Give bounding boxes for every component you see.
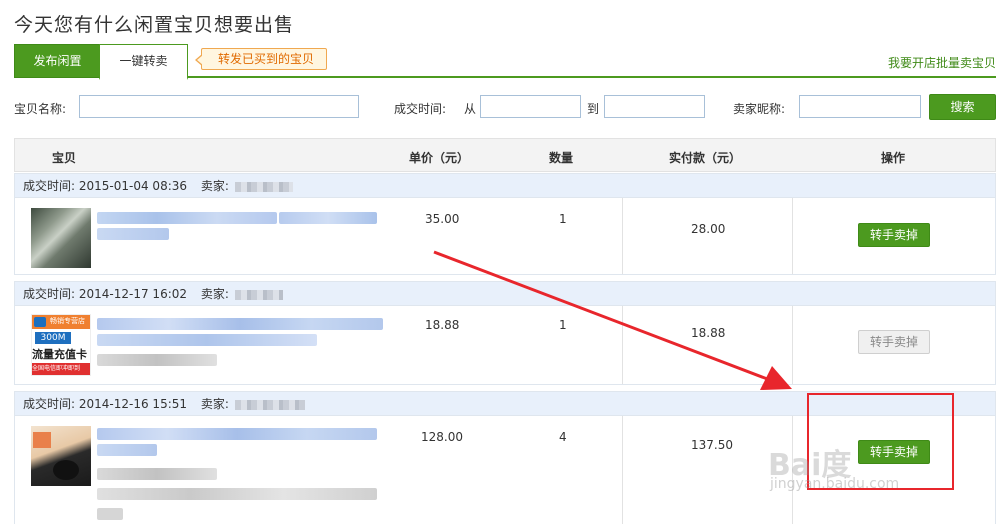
quantity: 1 [559,212,567,226]
to-label: 到 [587,102,600,116]
paid-amount: 28.00 [691,222,726,236]
table-header: 宝贝 单价（元） 数量 实付款（元） 操作 [14,138,996,172]
col-action: 操作 [881,151,906,165]
quantity: 1 [559,318,567,332]
deal-time: 2015-01-04 08:36 [78,179,188,193]
search-button[interactable]: 搜索 [929,94,996,120]
batch-sell-link[interactable]: 我要开店批量卖宝贝 [888,54,996,71]
item-title-blurred[interactable] [97,212,277,224]
item-title-blurred[interactable] [97,318,383,330]
item-name-label: 宝贝名称: [14,102,67,116]
orders-table: 宝贝 单价（元） 数量 实付款（元） 操作 成交时间: 2015-01-04 0… [14,138,996,524]
thumb-footer: 全国电信即冲即到 [32,363,90,375]
seller-nick-input[interactable] [799,95,921,118]
seller-nick-label: 卖家昵称: [733,102,786,116]
order-body: 35.00 1 28.00 转手卖掉 [15,198,995,274]
telecom-logo-icon [34,317,46,327]
seller-label: 卖家: [200,397,229,411]
paid-amount: 18.88 [691,326,726,340]
thumb-speed: 300M [35,332,71,344]
seller-label: 卖家: [200,287,229,301]
item-name-input[interactable] [79,95,359,118]
seller-name-blurred [234,289,283,300]
paid-amount: 137.50 [691,438,733,452]
from-label: 从 [464,102,477,116]
item-thumbnail[interactable] [31,208,91,268]
unit-price: 18.88 [425,318,460,332]
order-row: 成交时间: 2014-12-17 16:02 卖家: 畅销专营店 300M 流量… [14,281,996,385]
thumb-card: 流量充值卡 [32,348,87,361]
resell-button-disabled: 转手卖掉 [858,330,930,354]
item-title-blurred[interactable] [97,428,377,440]
item-thumbnail[interactable] [31,426,91,486]
order-header: 成交时间: 2014-12-17 16:02 卖家: [15,282,995,306]
seller-label: 卖家: [200,179,229,193]
baidu-watermark-url: jingyan.baidu.com [770,476,900,492]
col-paid: 实付款（元） [669,151,742,165]
filter-bar: 宝贝名称: 成交时间: 从 到 卖家昵称: 搜索 [14,94,996,120]
order-body: 畅销专营店 300M 流量充值卡 全国电信即冲即到 18.88 1 18.88 … [15,306,995,384]
tab-publish[interactable]: 发布闲置 [14,44,101,78]
deal-time-label: 成交时间: [23,287,76,301]
quantity: 4 [559,430,567,444]
item-thumbnail[interactable]: 畅销专营店 300M 流量充值卡 全国电信即冲即到 [31,314,91,376]
deal-time: 2014-12-16 15:51 [78,397,188,411]
deal-time-label: 成交时间: [23,397,76,411]
col-qty: 数量 [549,151,574,165]
deal-time-label: 成交时间: [23,179,76,193]
date-to-input[interactable] [604,95,705,118]
date-from-input[interactable] [480,95,581,118]
order-header: 成交时间: 2015-01-04 08:36 卖家: [15,174,995,198]
page-title: 今天您有什么闲置宝贝想要出售 [14,14,295,36]
seller-name-blurred [234,399,305,410]
unit-price: 128.00 [421,430,463,444]
deal-time: 2014-12-17 16:02 [78,287,188,301]
tip-bubble: 转发已买到的宝贝 [194,48,328,70]
tab-bar: 发布闲置 一键转卖 转发已买到的宝贝 我要开店批量卖宝贝 [14,44,996,80]
tab-resell[interactable]: 一键转卖 [99,44,188,80]
col-price: 单价（元） [409,151,470,165]
order-row: 成交时间: 2015-01-04 08:36 卖家: 35.00 1 28.00… [14,173,996,275]
deal-time-label: 成交时间: [394,102,447,116]
seller-name-blurred [234,181,293,192]
unit-price: 35.00 [425,212,460,226]
resell-button[interactable]: 转手卖掉 [858,223,930,247]
thumb-badge: 畅销专营店 [50,317,85,325]
col-item: 宝贝 [52,151,77,165]
